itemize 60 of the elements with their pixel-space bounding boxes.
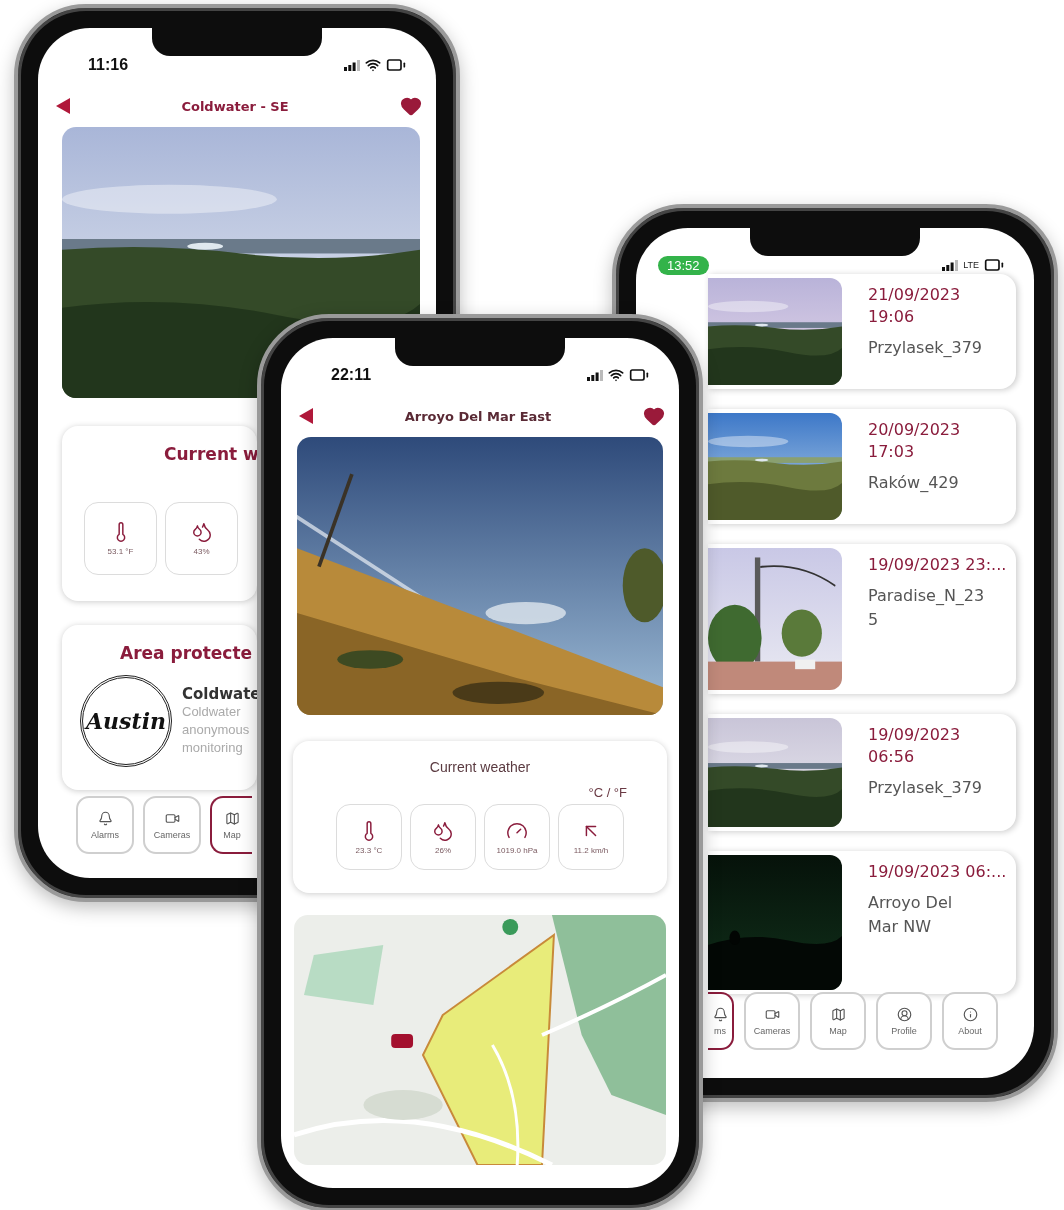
card-title: Current w — [164, 444, 259, 464]
user-icon — [896, 1006, 912, 1022]
info-icon — [962, 1006, 978, 1022]
camera-card[interactable]: 20/09/2023 17:03 Raków_429 — [708, 409, 1016, 524]
status-time: 22:11 — [331, 366, 372, 384]
camera-card[interactable]: 19/09/2023 06:... Arroyo Del Mar NW — [708, 851, 1016, 994]
capture-date: 21/09/2023 19:06 — [868, 284, 962, 328]
screen-title: Coldwater - SE — [181, 98, 289, 114]
camera-name: Przylasek_379 — [868, 337, 983, 359]
capture-date: 20/09/2023 17:03 — [868, 419, 961, 463]
weather-value: 26% — [435, 845, 451, 855]
status-time: 11:16 — [88, 56, 129, 74]
camera-card[interactable]: 21/09/2023 19:06 Przylasek_379 — [708, 274, 1016, 389]
capture-date: 19/09/2023 23:... — [868, 554, 1007, 576]
tab-button[interactable]: Map — [810, 992, 866, 1050]
back-icon[interactable] — [299, 408, 313, 424]
map-icon — [830, 1006, 846, 1022]
weather-value: 53.1 °F — [107, 547, 134, 556]
tab-button[interactable]: About — [942, 992, 998, 1050]
map-icon — [224, 810, 240, 826]
area-description: anonymous — [182, 721, 251, 739]
status-time: 13:52 — [658, 255, 709, 275]
weather-value: 23.3 °C — [355, 845, 383, 855]
area-name: Coldwate — [182, 685, 261, 703]
capture-date: 19/09/2023 06:... — [868, 861, 1007, 883]
capture-date: 19/09/2023 06:56 — [868, 724, 962, 768]
droplets-icon — [190, 521, 213, 543]
signal-icon — [942, 259, 959, 271]
weather-value: 43% — [193, 547, 210, 556]
camera-card[interactable]: 19/09/2023 23:... Paradise_N_23 5 — [708, 544, 1016, 694]
tab-button[interactable]: Cameras — [143, 796, 201, 854]
bell-icon — [97, 810, 113, 826]
signal-icon — [587, 369, 603, 381]
card-title: Area protecte — [120, 643, 253, 663]
camera-name: Raków_429 — [868, 472, 960, 494]
tab-button[interactable]: ms — [708, 992, 734, 1050]
heart-icon[interactable] — [400, 95, 422, 117]
tab-button[interactable]: Map — [210, 796, 252, 854]
weather-value: 1019.0 hPa — [496, 845, 538, 855]
signal-icon — [344, 59, 360, 71]
screen-title: Arroyo Del Mar East — [404, 408, 552, 424]
tab-button[interactable]: Alarms — [76, 796, 134, 854]
heart-icon[interactable] — [643, 405, 665, 427]
tab-button[interactable]: Cameras — [744, 992, 800, 1050]
bell-icon — [712, 1006, 728, 1022]
weather-value: 11.2 km/h — [573, 845, 609, 855]
camera-card[interactable]: 19/09/2023 06:56 Przylasek_379 — [708, 714, 1016, 831]
camera-name: Arroyo Del Mar NW — [868, 892, 954, 938]
tab-button[interactable]: Profile — [876, 992, 932, 1050]
card-title: Current weather — [429, 759, 531, 775]
droplets-icon — [432, 819, 454, 842]
unit-toggle[interactable]: °C / °F — [588, 785, 627, 800]
area-description: Coldwater — [182, 703, 242, 721]
back-icon[interactable] — [56, 98, 70, 114]
wifi-icon — [365, 57, 381, 73]
area-description: monitoring — [182, 739, 244, 757]
network-label: LTE — [963, 260, 979, 270]
camera-name: Paradise_N_23 5 — [868, 585, 986, 631]
camera-name: Przylasek_379 — [868, 777, 983, 799]
wifi-icon — [608, 367, 624, 383]
